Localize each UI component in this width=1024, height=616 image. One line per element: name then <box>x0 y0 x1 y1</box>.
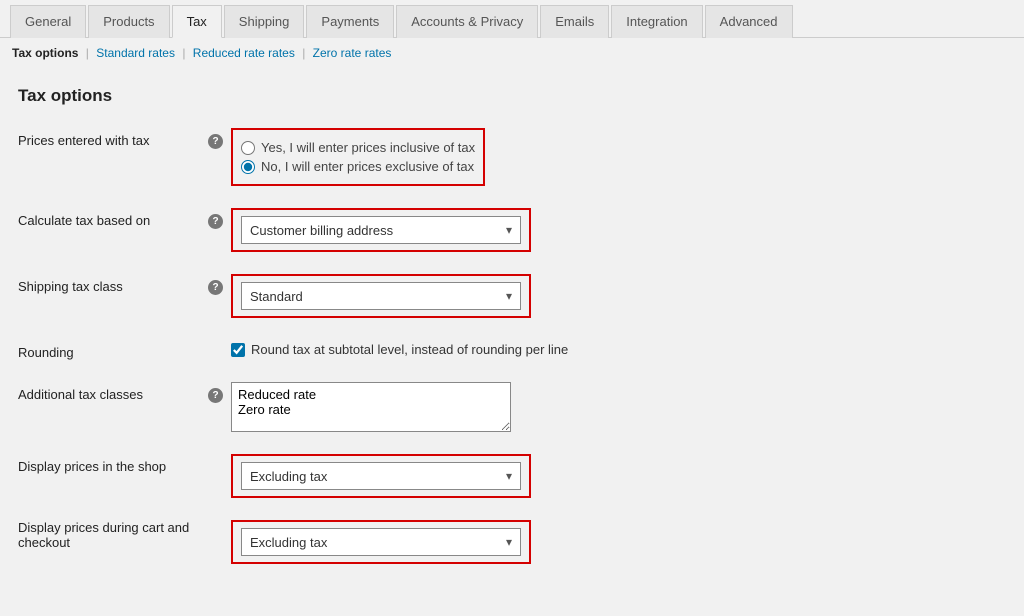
subnav-separator: | <box>182 46 185 60</box>
page-title: Tax options <box>18 86 1006 106</box>
label-additional-classes: Additional tax classes <box>18 382 208 402</box>
chevron-down-icon: ▾ <box>506 223 512 237</box>
highlight-display-shop: Excluding tax ▾ <box>231 454 531 498</box>
radio-exclusive-tax-input[interactable] <box>241 160 255 174</box>
settings-content: Tax options Prices entered with tax ? Ye… <box>0 68 1024 616</box>
select-calc-based-on-value: Customer billing address <box>250 223 393 238</box>
label-calc-based: Calculate tax based on <box>18 208 208 228</box>
row-additional-tax-classes: Additional tax classes ? <box>18 382 1006 432</box>
row-rounding: Rounding Round tax at subtotal level, in… <box>18 340 1006 360</box>
row-display-prices-cart: Display prices during cart and checkout … <box>18 520 1006 564</box>
chevron-down-icon: ▾ <box>506 289 512 303</box>
help-icon[interactable]: ? <box>208 214 223 229</box>
tab-payments[interactable]: Payments <box>306 5 394 38</box>
radio-inclusive-tax-label: Yes, I will enter prices inclusive of ta… <box>261 140 475 155</box>
subnav-standard-rates[interactable]: Standard rates <box>96 46 175 60</box>
highlight-shipping-class: Standard ▾ <box>231 274 531 318</box>
help-icon[interactable]: ? <box>208 388 223 403</box>
label-shipping-class: Shipping tax class <box>18 274 208 294</box>
tab-accounts-privacy[interactable]: Accounts & Privacy <box>396 5 538 38</box>
tax-subnav: Tax options | Standard rates | Reduced r… <box>0 38 1024 68</box>
subnav-zero-rates[interactable]: Zero rate rates <box>313 46 392 60</box>
select-display-prices-cart[interactable]: Excluding tax ▾ <box>241 528 521 556</box>
label-rounding: Rounding <box>18 340 208 360</box>
subnav-tax-options[interactable]: Tax options <box>12 46 78 60</box>
select-shipping-tax-class[interactable]: Standard ▾ <box>241 282 521 310</box>
select-shipping-tax-class-value: Standard <box>250 289 303 304</box>
tab-emails[interactable]: Emails <box>540 5 609 38</box>
tab-advanced[interactable]: Advanced <box>705 5 793 38</box>
subnav-separator: | <box>86 46 89 60</box>
textarea-additional-tax-classes[interactable] <box>231 382 511 432</box>
highlight-calc-based: Customer billing address ▾ <box>231 208 531 252</box>
select-display-prices-cart-value: Excluding tax <box>250 535 327 550</box>
tab-shipping[interactable]: Shipping <box>224 5 305 38</box>
label-display-shop: Display prices in the shop <box>18 454 208 474</box>
label-prices-entered: Prices entered with tax <box>18 128 208 148</box>
select-calc-based-on[interactable]: Customer billing address ▾ <box>241 216 521 244</box>
select-display-prices-shop-value: Excluding tax <box>250 469 327 484</box>
help-icon[interactable]: ? <box>208 280 223 295</box>
checkbox-rounding-label: Round tax at subtotal level, instead of … <box>251 342 568 357</box>
tab-general[interactable]: General <box>10 5 86 38</box>
row-shipping-tax-class: Shipping tax class ? Standard ▾ <box>18 274 1006 318</box>
tab-integration[interactable]: Integration <box>611 5 702 38</box>
tab-products[interactable]: Products <box>88 5 169 38</box>
checkbox-rounding[interactable]: Round tax at subtotal level, instead of … <box>231 342 568 357</box>
checkbox-rounding-input[interactable] <box>231 343 245 357</box>
radio-inclusive-tax[interactable]: Yes, I will enter prices inclusive of ta… <box>241 140 475 155</box>
highlight-prices-entered: Yes, I will enter prices inclusive of ta… <box>231 128 485 186</box>
select-display-prices-shop[interactable]: Excluding tax ▾ <box>241 462 521 490</box>
subnav-separator: | <box>302 46 305 60</box>
chevron-down-icon: ▾ <box>506 535 512 549</box>
highlight-display-cart: Excluding tax ▾ <box>231 520 531 564</box>
label-display-cart: Display prices during cart and checkout <box>18 520 208 550</box>
chevron-down-icon: ▾ <box>506 469 512 483</box>
radio-exclusive-tax[interactable]: No, I will enter prices exclusive of tax <box>241 159 475 174</box>
row-calculate-tax-based-on: Calculate tax based on ? Customer billin… <box>18 208 1006 252</box>
radio-exclusive-tax-label: No, I will enter prices exclusive of tax <box>261 159 474 174</box>
row-prices-entered-with-tax: Prices entered with tax ? Yes, I will en… <box>18 128 1006 186</box>
radio-inclusive-tax-input[interactable] <box>241 141 255 155</box>
help-icon[interactable]: ? <box>208 134 223 149</box>
tab-tax[interactable]: Tax <box>172 5 222 38</box>
subnav-reduced-rates[interactable]: Reduced rate rates <box>193 46 295 60</box>
row-display-prices-shop: Display prices in the shop Excluding tax… <box>18 454 1006 498</box>
settings-tabs: General Products Tax Shipping Payments A… <box>0 0 1024 38</box>
